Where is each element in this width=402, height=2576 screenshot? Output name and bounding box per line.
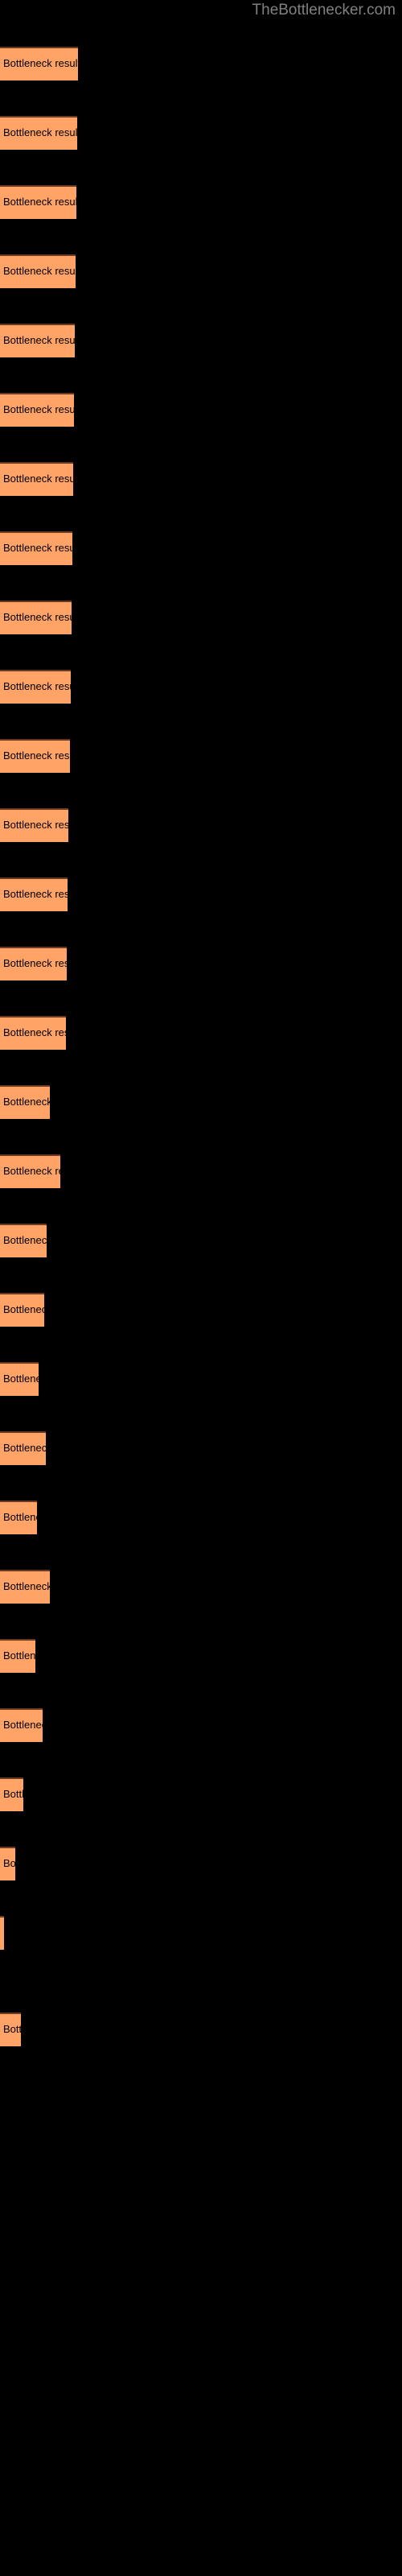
bar[interactable]: Bottleneck result xyxy=(0,601,72,634)
bar-label: Bottleneck result xyxy=(3,1442,46,1454)
bar-label: Bottleneck result xyxy=(3,1788,23,1800)
bar[interactable]: Bottleneck result xyxy=(0,1154,60,1188)
bar-label: Bottleneck result xyxy=(3,819,68,831)
bar-label: Bottleneck result xyxy=(3,1303,44,1315)
bar-label: Bottleneck result xyxy=(3,1026,66,1038)
bar-label: Bottleneck result xyxy=(3,611,72,623)
bar-label: Bottleneck result xyxy=(3,1373,39,1385)
bar[interactable]: Bottleneck result xyxy=(0,185,76,219)
bar-label: Bottleneck result xyxy=(3,1857,15,1869)
bar[interactable]: Bottleneck result xyxy=(0,1708,43,1742)
bar[interactable]: Bottleneck result xyxy=(0,393,74,427)
bar[interactable]: Bottleneck result xyxy=(0,1570,50,1604)
bottleneck-bar-chart: TheBottlenecker.com Bottleneck result Bot… xyxy=(0,0,402,2576)
bar-label: Bottleneck result xyxy=(3,196,76,208)
site-title: TheBottlenecker.com xyxy=(252,2,396,19)
bar[interactable]: Bottleneck result xyxy=(0,462,73,496)
bar[interactable]: Bottleneck result xyxy=(0,808,68,842)
bar[interactable]: Bottleneck result xyxy=(0,2013,21,2046)
bar-label: Bottleneck result xyxy=(3,1096,50,1108)
bar[interactable]: Bottleneck result xyxy=(0,1847,15,1880)
bar[interactable]: Bottleneck result xyxy=(0,324,75,357)
bar-label: Bottleneck result xyxy=(3,1719,43,1731)
bar[interactable]: Bottleneck result xyxy=(0,531,72,565)
bar-label: Bottleneck result xyxy=(3,403,74,415)
bar-label: Bottleneck result xyxy=(3,334,75,346)
bar-label: Bottleneck result xyxy=(3,680,71,692)
bar[interactable]: Bottleneck result xyxy=(0,47,78,80)
bar[interactable]: Bottleneck result xyxy=(0,1431,46,1465)
bar-label: Bottleneck result xyxy=(3,1926,4,1939)
bar-label: Bottleneck result xyxy=(3,1511,37,1523)
bar[interactable]: Bottleneck result xyxy=(0,254,76,288)
bar-label: Bottleneck result xyxy=(3,1649,35,1662)
bar[interactable]: Bottleneck result xyxy=(0,1085,50,1119)
bar-label: Bottleneck result xyxy=(3,888,68,900)
bar-label: Bottleneck result xyxy=(3,1234,47,1246)
bar-label: Bottleneck result xyxy=(3,126,77,138)
bar[interactable]: Bottleneck result xyxy=(0,116,77,150)
bar-label: Bottleneck result xyxy=(3,957,67,969)
bar-label: Bottleneck result xyxy=(3,749,70,762)
bar[interactable]: Bottleneck result xyxy=(0,1501,37,1534)
bar[interactable]: Bottleneck result xyxy=(0,1362,39,1396)
bar[interactable]: Bottleneck result xyxy=(0,670,71,704)
bar[interactable]: Bottleneck result xyxy=(0,739,70,773)
bar-label: Bottleneck result xyxy=(3,2023,21,2035)
bar[interactable]: Bottleneck result xyxy=(0,1224,47,1257)
bar[interactable]: Bottleneck result xyxy=(0,1916,4,1950)
bar-label: Bottleneck result xyxy=(3,1165,60,1177)
bar-label: Bottleneck result xyxy=(3,542,72,554)
bar[interactable]: Bottleneck result xyxy=(0,1293,44,1327)
bar[interactable]: Bottleneck result xyxy=(0,947,67,980)
bar-label: Bottleneck result xyxy=(3,473,73,485)
bar[interactable]: Bottleneck result xyxy=(0,1639,35,1673)
bar[interactable]: Bottleneck result xyxy=(0,1016,66,1050)
bar[interactable]: Bottleneck result xyxy=(0,877,68,911)
bar-label: Bottleneck result xyxy=(3,1580,50,1592)
bar-label: Bottleneck result xyxy=(3,57,78,69)
bar-label: Bottleneck result xyxy=(3,265,76,277)
bar[interactable]: Bottleneck result xyxy=(0,1777,23,1811)
